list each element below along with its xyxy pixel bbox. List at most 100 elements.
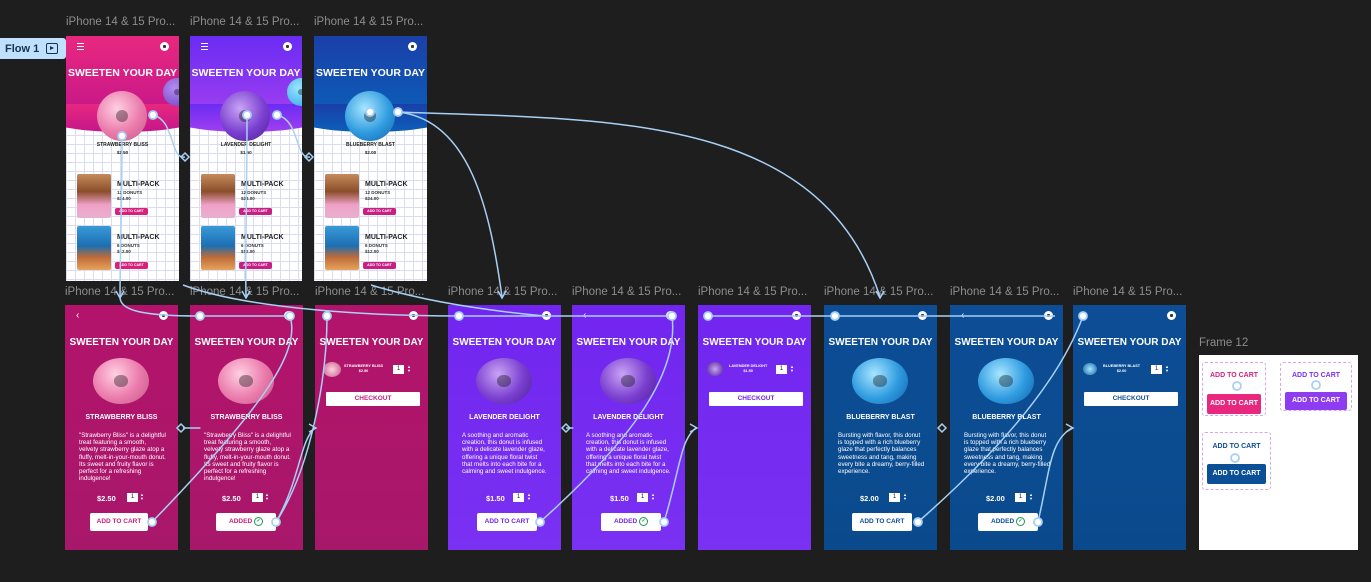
frame-label[interactable]: iPhone 14 & 15 Pro... [65, 286, 174, 298]
quantity-value[interactable]: 1 [1151, 365, 1162, 374]
frame-label[interactable]: iPhone 14 & 15 Pro... [314, 16, 423, 28]
cart-item-name: BLUEBERRY BLAST $2.00 [1103, 364, 1141, 373]
quantity-value[interactable]: 1 [513, 493, 524, 502]
play-flow-icon[interactable] [46, 43, 59, 54]
multipack-details: 6 DONUTS $12.00 [117, 243, 140, 254]
product-name: LAVENDER DELIGHT [593, 414, 664, 421]
frame-label[interactable]: iPhone 14 & 15 Pro... [315, 286, 424, 298]
quantity-value[interactable]: 1 [393, 365, 404, 374]
product-description: Bursting with flavor, this donut is topp… [964, 432, 1051, 476]
add-to-cart-button[interactable]: ADD TO CART [239, 208, 272, 215]
purple-button-variant[interactable]: ADD TO CART ADD TO CART [1280, 362, 1352, 411]
cart-icon[interactable] [792, 311, 801, 320]
frame-label[interactable]: iPhone 14 & 15 Pro... [824, 286, 933, 298]
flow-badge[interactable]: Flow 1 [0, 38, 66, 59]
product-description: "Strawberry Bliss" is a delightful treat… [204, 432, 291, 483]
cart-icon[interactable] [159, 311, 168, 320]
add-to-cart-button[interactable]: ADD TO CART [477, 513, 537, 531]
cart-icon[interactable] [1167, 311, 1176, 320]
menu-icon[interactable] [201, 43, 208, 50]
back-icon[interactable]: ‹ [201, 310, 204, 321]
detail-frame-strawberry-added[interactable]: ‹ SWEETEN YOUR DAY STRAWBERRY BLISS "Str… [190, 305, 303, 550]
detail-frame-blueberry-added[interactable]: ‹ SWEETEN YOUR DAY BLUEBERRY BLAST Burst… [950, 305, 1063, 550]
checkout-button[interactable]: CHECKOUT [1084, 392, 1178, 406]
page-title: SWEETEN YOUR DAY [452, 337, 557, 348]
cart-icon[interactable] [284, 311, 293, 320]
quantity-stepper-icon[interactable]: ▲ ▼ [1029, 493, 1033, 501]
add-to-cart-button[interactable]: ADD TO CART [363, 262, 396, 269]
product-price: $2.50 [116, 150, 129, 155]
quantity-value[interactable]: 1 [252, 493, 263, 502]
page-title: SWEETEN YOUR DAY [191, 67, 301, 79]
frame-label[interactable]: iPhone 14 & 15 Pro... [698, 286, 807, 298]
cart-icon[interactable] [542, 311, 551, 320]
back-icon[interactable]: ‹ [961, 310, 964, 321]
add-to-cart-button[interactable]: ADD TO CART [1207, 464, 1266, 484]
quantity-value[interactable]: 1 [776, 365, 787, 374]
add-to-cart-button[interactable]: ADD TO CART [1207, 394, 1261, 414]
cart-frame-lavender[interactable]: SWEETEN YOUR DAY LAVENDER DELIGHT $1.50 … [698, 305, 811, 550]
frame-label[interactable]: iPhone 14 & 15 Pro... [950, 286, 1059, 298]
detail-frame-strawberry[interactable]: ‹ SWEETEN YOUR DAY STRAWBERRY BLISS "Str… [65, 305, 178, 550]
added-button[interactable]: ADDED ✓ [601, 513, 661, 531]
added-button[interactable]: ADDED ✓ [978, 513, 1038, 531]
donut-image [218, 358, 274, 404]
frame-label[interactable]: iPhone 14 & 15 Pro... [1073, 286, 1182, 298]
quantity-value[interactable]: 1 [1015, 493, 1026, 502]
home-frame-lavender[interactable]: SWEETEN YOUR DAY LAVENDER DELIGHT $1.50 … [190, 36, 302, 281]
home-frame-blueberry[interactable]: SWEETEN YOUR DAY BLUEBERRY BLAST $2.00 M… [314, 36, 427, 281]
donut-image [220, 91, 270, 141]
checkout-button[interactable]: CHECKOUT [709, 392, 803, 406]
checkout-button[interactable]: CHECKOUT [326, 392, 420, 406]
product-description: Bursting with flavor, this donut is topp… [838, 432, 925, 476]
cart-frame-blueberry[interactable]: SWEETEN YOUR DAY BLUEBERRY BLAST $2.00 1… [1073, 305, 1186, 550]
quantity-stepper-icon[interactable]: ▲ ▼ [790, 365, 794, 373]
quantity-stepper-icon[interactable]: ▲ ▼ [527, 493, 531, 501]
added-button[interactable]: ADDED ✓ [216, 513, 276, 531]
back-icon[interactable]: ‹ [583, 310, 586, 321]
quantity-stepper-icon[interactable]: ▲ ▼ [140, 493, 144, 501]
frame-label[interactable]: iPhone 14 & 15 Pro... [190, 286, 299, 298]
variant-label: ADD TO CART [1209, 372, 1259, 379]
multipack-details: 12 DONUTS $24.00 [117, 190, 143, 201]
home-frame-strawberry[interactable]: SWEETEN YOUR DAY STRAWBERRY BLISS $2.50 … [66, 36, 179, 281]
cart-icon[interactable] [1044, 311, 1053, 320]
frame-label[interactable]: iPhone 14 & 15 Pro... [448, 286, 557, 298]
cart-icon[interactable] [409, 311, 418, 320]
quantity-stepper-icon[interactable]: ▲ ▼ [651, 493, 655, 501]
detail-frame-lavender[interactable]: SWEETEN YOUR DAY LAVENDER DELIGHT A soot… [448, 305, 561, 550]
cart-icon[interactable] [283, 42, 292, 51]
cart-icon[interactable] [918, 311, 927, 320]
detail-frame-lavender-added[interactable]: ‹ SWEETEN YOUR DAY LAVENDER DELIGHT A so… [572, 305, 685, 550]
quantity-value[interactable]: 1 [637, 493, 648, 502]
menu-icon[interactable] [77, 43, 84, 50]
cart-icon[interactable] [408, 42, 417, 51]
detail-frame-blueberry[interactable]: SWEETEN YOUR DAY BLUEBERRY BLAST Burstin… [824, 305, 937, 550]
add-to-cart-button[interactable]: ADD TO CART [363, 208, 396, 215]
frame-label[interactable]: iPhone 14 & 15 Pro... [66, 16, 175, 28]
add-to-cart-button[interactable]: ADD TO CART [852, 513, 912, 531]
add-to-cart-button[interactable]: ADD TO CART [115, 262, 148, 269]
cart-frame-strawberry[interactable]: SWEETEN YOUR DAY STRAWBERRY BLISS $2.50 … [315, 305, 428, 550]
quantity-value[interactable]: 1 [889, 493, 900, 502]
back-icon[interactable]: ‹ [76, 310, 79, 321]
product-name: BLUEBERRY BLAST [846, 414, 915, 421]
cart-icon[interactable] [160, 42, 169, 51]
add-to-cart-button[interactable]: ADD TO CART [239, 262, 272, 269]
quantity-stepper-icon[interactable]: ▲ ▼ [903, 493, 907, 501]
quantity-value[interactable]: 1 [127, 493, 138, 502]
pink-button-variant[interactable]: ADD TO CART ADD TO CART [1202, 362, 1266, 416]
add-to-cart-button[interactable]: ADD TO CART [1285, 392, 1347, 410]
quantity-stepper-icon[interactable]: ▲ ▼ [407, 365, 411, 373]
quantity-stepper-icon[interactable]: ▲ ▼ [1165, 365, 1169, 373]
add-to-cart-button[interactable]: ADD TO CART [90, 513, 148, 531]
frame-label[interactable]: iPhone 14 & 15 Pro... [190, 16, 299, 28]
quantity-stepper-icon[interactable]: ▲ ▼ [265, 493, 269, 501]
frame-label[interactable]: iPhone 14 & 15 Pro... [572, 286, 681, 298]
add-to-cart-button[interactable]: ADD TO CART [115, 208, 148, 215]
blue-button-variant[interactable]: ADD TO CART ADD TO CART [1202, 432, 1271, 490]
multipack-image [325, 226, 359, 270]
frame-12-components[interactable]: ADD TO CART ADD TO CART ADD TO CART ADD … [1199, 355, 1358, 550]
cart-icon[interactable] [666, 311, 675, 320]
frame-label[interactable]: Frame 12 [1199, 337, 1248, 349]
